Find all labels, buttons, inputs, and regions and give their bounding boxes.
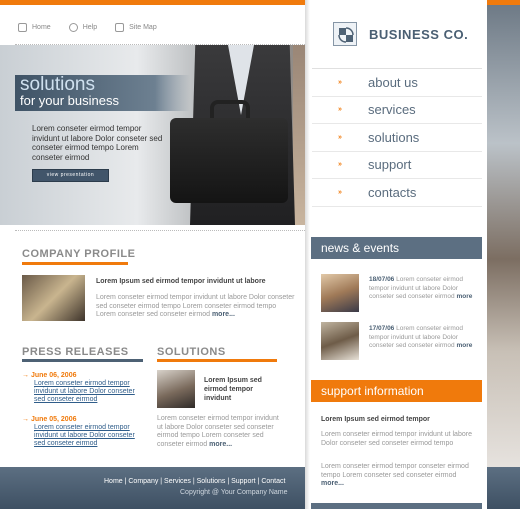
support-body-2: Lorem conseter eirmod tempor conseter ei… (321, 463, 469, 479)
news-item: 17/07/06 Lorem conseter eirmod tempor in… (369, 325, 479, 351)
news-item: 18/07/06 Lorem conseter eirmod tempor in… (369, 276, 479, 302)
solutions-underline (157, 359, 277, 362)
company-profile-body: Lorem conseter eirmod tempor invidunt ut… (96, 294, 295, 318)
logo-icon (333, 22, 357, 46)
nav-home-label: Home (32, 23, 51, 31)
news-more-link[interactable]: more (456, 293, 472, 300)
help-icon (68, 22, 78, 32)
hero-text: Lorem conseter eirmod tempor invidunt ut… (32, 124, 163, 162)
support-text-2: Lorem conseter eirmod tempor conseter ei… (321, 463, 476, 489)
arrow-right-icon: → (22, 372, 29, 379)
footer (0, 467, 305, 509)
support-heading: Lorem Ipsum sed eirmod tempor (321, 416, 430, 423)
press-releases-underline (22, 359, 143, 362)
briefcase-image (170, 118, 288, 203)
top-nav: Home Help Site Map (18, 20, 157, 34)
company-profile-more-link[interactable]: more... (212, 311, 235, 318)
support-more-link[interactable]: more... (321, 480, 344, 487)
solutions-text: Lorem conseter eirmod tempor invidunt ut… (157, 415, 282, 449)
press-item-link[interactable]: Lorem conseter eirmod tempor invidunt ut… (22, 424, 140, 448)
menu-item-label: contacts (368, 184, 417, 200)
news-more-link[interactable]: more (456, 342, 472, 349)
sitemap-icon (115, 22, 125, 32)
menu-item-label: support (368, 157, 412, 173)
double-arrow-icon: » (338, 161, 342, 169)
solutions-title: SOLUTIONS (157, 346, 226, 358)
nav-home[interactable]: Home (18, 20, 51, 34)
hero-title: solutions (20, 74, 95, 95)
double-arrow-icon: » (338, 188, 342, 196)
menu-item-solutions[interactable]: » solutions (312, 124, 482, 152)
menu-item-contacts[interactable]: » contacts (312, 179, 482, 207)
news-photo (321, 322, 359, 360)
double-arrow-icon: » (338, 133, 342, 141)
nav-help[interactable]: Help (68, 20, 98, 34)
spacer (128, 262, 144, 265)
nav-sitemap[interactable]: Site Map (115, 20, 157, 34)
support-text-1: Lorem conseter eirmod tempor invidunt ut… (321, 431, 472, 447)
company-profile-title: COMPANY PROFILE (22, 248, 136, 260)
press-item[interactable]: → June 05, 2006 Lorem conseter eirmod te… (22, 416, 140, 448)
logo-text: BUSINESS CO. (369, 27, 469, 42)
double-arrow-icon: » (338, 106, 342, 114)
solutions-heading: Lorem Ipsum sed eirmod tempor invidunt (204, 377, 262, 402)
footer-nav[interactable]: Home | Company | Services | Solutions | … (104, 478, 285, 485)
news-item-date: 17/07/06 (369, 325, 395, 332)
menu-item-services[interactable]: » services (312, 97, 482, 124)
support-information-header: support information (311, 380, 482, 402)
menu-item-label: services (368, 102, 416, 118)
menu-item-about-us[interactable]: » about us (312, 69, 482, 97)
nav-sitemap-label: Site Map (129, 23, 157, 31)
divider (15, 230, 305, 231)
menu-item-support[interactable]: » support (312, 152, 482, 179)
column-shadow (305, 0, 310, 509)
press-item[interactable]: → June 06, 2006 Lorem conseter eirmod te… (22, 372, 140, 404)
side-background-photo (487, 5, 520, 467)
right-column-bottom-bar (311, 503, 482, 509)
solutions-photo (157, 370, 195, 408)
nav-help-label: Help (82, 23, 98, 31)
company-profile-text: Lorem conseter eirmod tempor invidunt ut… (96, 294, 296, 320)
view-presentation-button[interactable]: view presentation (32, 169, 109, 182)
top-accent-bar (0, 0, 305, 5)
meeting-photo (22, 275, 85, 321)
press-item-date: June 06, 2006 (30, 372, 77, 379)
solutions-more-link[interactable]: more... (209, 441, 232, 448)
company-profile-underline (22, 262, 128, 265)
news-item-date: 18/07/06 (369, 276, 395, 283)
home-icon (18, 22, 27, 32)
news-photo (321, 274, 359, 312)
news-events-header: news & events (311, 237, 482, 259)
arrow-right-icon: → (22, 416, 29, 423)
press-releases-title: PRESS RELEASES (22, 346, 129, 358)
hero-subtitle: for your business (20, 93, 119, 108)
double-arrow-icon: » (338, 78, 342, 86)
company-profile-heading: Lorem Ipsum sed eirmod tempor invidunt u… (96, 278, 266, 285)
press-item-link[interactable]: Lorem conseter eirmod tempor invidunt ut… (22, 380, 140, 404)
menu-item-label: solutions (368, 129, 420, 145)
menu-item-label: about us (368, 74, 418, 90)
footer-copyright: Copyright @ Your Company Name (180, 489, 288, 496)
press-item-date: June 05, 2006 (30, 416, 77, 423)
